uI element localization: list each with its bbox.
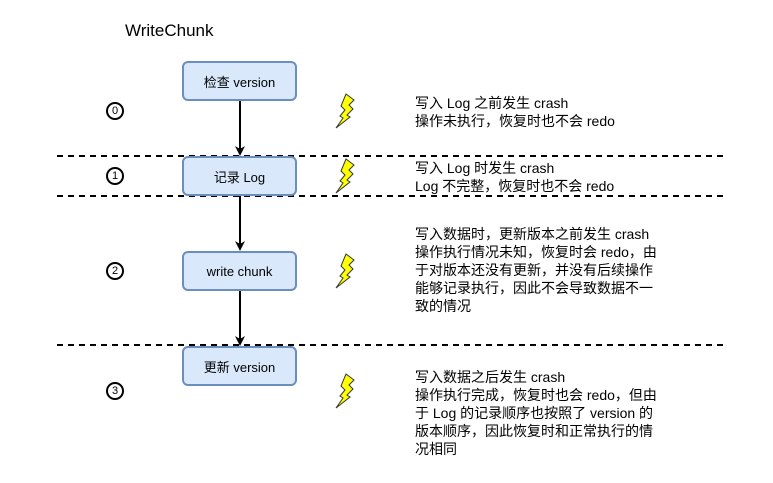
note-line: 于 Log 的记录顺序也按照了 version 的	[415, 405, 654, 421]
lightning-icon	[335, 373, 355, 409]
step-index-badge: 1	[106, 167, 124, 185]
note-line: 版本顺序，因此恢复时和正常执行的情	[415, 423, 653, 439]
note-line: 写入数据之后发生 crash	[415, 369, 566, 385]
step-index-badge: 3	[106, 382, 124, 400]
step-index-badge: 0	[106, 102, 124, 120]
step-box-update-version: 更新 version	[182, 346, 297, 386]
note-line: 于对版本还没有更新，并没有后续操作	[415, 262, 653, 278]
diagram-title: WriteChunk	[125, 21, 214, 40]
crash-note-step-1: 写入 Log 时发生 crash Log 不完整，恢复时也不会 redo	[415, 159, 715, 195]
note-line: 致的情况	[415, 298, 471, 314]
note-line: 操作执行情况未知，恢复时会 redo，由	[415, 244, 657, 260]
crash-note-step-3: 写入数据之后发生 crash 操作执行完成，恢复时也会 redo，但由 于 Lo…	[415, 368, 715, 458]
lightning-icon	[335, 253, 355, 289]
lightning-icon	[335, 158, 355, 194]
note-line: 况相同	[415, 441, 457, 457]
note-line: Log 不完整，恢复时也不会 redo	[415, 178, 615, 194]
note-line: 能够记录执行，因此不会导致数据不一	[415, 280, 653, 296]
step-box-write-chunk: write chunk	[182, 251, 297, 291]
note-line: 写入 Log 时发生 crash	[415, 160, 555, 176]
step-box-check-version: 检查 version	[182, 61, 297, 101]
note-line: 操作未执行，恢复时也不会 redo	[415, 113, 615, 129]
note-line: 写入 Log 之前发生 crash	[415, 95, 569, 111]
note-line: 操作执行完成，恢复时也会 redo，但由	[415, 387, 657, 403]
lightning-icon	[335, 93, 355, 129]
step-index-badge: 2	[106, 262, 124, 280]
crash-note-step-0: 写入 Log 之前发生 crash 操作未执行，恢复时也不会 redo	[415, 94, 715, 130]
crash-note-step-2: 写入数据时，更新版本之前发生 crash 操作执行情况未知，恢复时会 redo，…	[415, 225, 715, 315]
note-line: 写入数据时，更新版本之前发生 crash	[415, 226, 650, 242]
step-box-record-log: 记录 Log	[182, 156, 297, 196]
